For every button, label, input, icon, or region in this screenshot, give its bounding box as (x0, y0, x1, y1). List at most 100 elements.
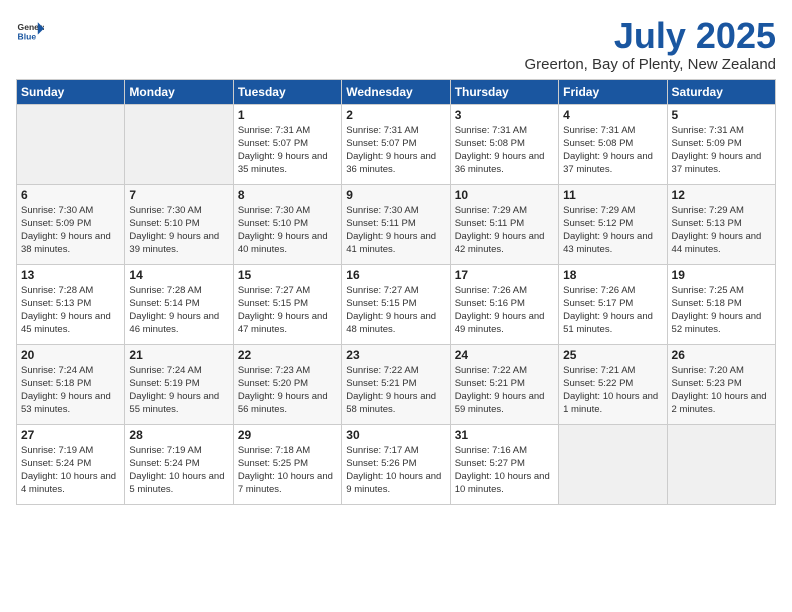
day-info: Sunrise: 7:29 AMSunset: 5:12 PMDaylight:… (563, 204, 662, 257)
day-number: 25 (563, 348, 662, 362)
day-info: Sunrise: 7:20 AMSunset: 5:23 PMDaylight:… (672, 364, 771, 417)
day-info: Sunrise: 7:19 AMSunset: 5:24 PMDaylight:… (129, 444, 228, 497)
calendar-cell (125, 104, 233, 184)
weekday-tuesday: Tuesday (233, 79, 341, 104)
day-number: 17 (455, 268, 554, 282)
calendar-cell: 3Sunrise: 7:31 AMSunset: 5:08 PMDaylight… (450, 104, 558, 184)
day-info: Sunrise: 7:22 AMSunset: 5:21 PMDaylight:… (346, 364, 445, 417)
day-number: 6 (21, 188, 120, 202)
month-title: July 2025 (524, 16, 776, 56)
week-row-4: 20 Sunrise: 7:24 AMSunset: 5:18 PMDayligh… (17, 344, 776, 424)
week-row-3: 13Sunrise: 7:28 AMSunset: 5:13 PMDayligh… (17, 264, 776, 344)
day-number: 19 (672, 268, 771, 282)
day-info: Sunrise: 7:30 AMSunset: 5:10 PMDaylight:… (129, 204, 228, 257)
day-number: 24 (455, 348, 554, 362)
day-info: Sunrise: 7:28 AMSunset: 5:14 PMDaylight:… (129, 284, 228, 337)
calendar-cell: 8Sunrise: 7:30 AMSunset: 5:10 PMDaylight… (233, 184, 341, 264)
week-row-1: 1 Sunrise: 7:31 AMSunset: 5:07 PMDaylight… (17, 104, 776, 184)
day-number: 10 (455, 188, 554, 202)
day-number: 2 (346, 108, 445, 122)
calendar-cell: 14 Sunrise: 7:28 AMSunset: 5:14 PMDayligh… (125, 264, 233, 344)
weekday-thursday: Thursday (450, 79, 558, 104)
calendar-cell: 21 Sunrise: 7:24 AMSunset: 5:19 PMDayligh… (125, 344, 233, 424)
weekday-sunday: Sunday (17, 79, 125, 104)
day-info: Sunrise: 7:23 AMSunset: 5:20 PMDaylight:… (238, 364, 337, 417)
day-number: 28 (129, 428, 228, 442)
calendar-cell: 31 Sunrise: 7:16 AMSunset: 5:27 PMDayligh… (450, 424, 558, 504)
calendar-cell: 2 Sunrise: 7:31 AMSunset: 5:07 PMDaylight… (342, 104, 450, 184)
day-number: 12 (672, 188, 771, 202)
day-number: 20 (21, 348, 120, 362)
calendar-cell: 13Sunrise: 7:28 AMSunset: 5:13 PMDayligh… (17, 264, 125, 344)
calendar-cell: 12 Sunrise: 7:29 AMSunset: 5:13 PMDayligh… (667, 184, 775, 264)
day-info: Sunrise: 7:29 AMSunset: 5:11 PMDaylight:… (455, 204, 554, 257)
day-info: Sunrise: 7:24 AMSunset: 5:19 PMDaylight:… (129, 364, 228, 417)
calendar-cell (559, 424, 667, 504)
day-number: 29 (238, 428, 337, 442)
week-row-2: 6 Sunrise: 7:30 AMSunset: 5:09 PMDaylight… (17, 184, 776, 264)
calendar-cell: 15Sunrise: 7:27 AMSunset: 5:15 PMDayligh… (233, 264, 341, 344)
day-info: Sunrise: 7:24 AMSunset: 5:18 PMDaylight:… (21, 364, 120, 417)
day-info: Sunrise: 7:18 AMSunset: 5:25 PMDaylight:… (238, 444, 337, 497)
day-number: 1 (238, 108, 337, 122)
day-info: Sunrise: 7:17 AMSunset: 5:26 PMDaylight:… (346, 444, 445, 497)
svg-text:Blue: Blue (18, 31, 37, 41)
calendar-cell: 17 Sunrise: 7:26 AMSunset: 5:16 PMDayligh… (450, 264, 558, 344)
page-header: General Blue July 2025 Greerton, Bay of … (16, 16, 776, 73)
day-info: Sunrise: 7:27 AMSunset: 5:15 PMDaylight:… (238, 284, 337, 337)
weekday-monday: Monday (125, 79, 233, 104)
calendar-cell: 22 Sunrise: 7:23 AMSunset: 5:20 PMDayligh… (233, 344, 341, 424)
logo: General Blue (16, 16, 44, 44)
day-info: Sunrise: 7:30 AMSunset: 5:11 PMDaylight:… (346, 204, 445, 257)
logo-icon: General Blue (16, 16, 44, 44)
day-info: Sunrise: 7:27 AMSunset: 5:15 PMDaylight:… (346, 284, 445, 337)
day-info: Sunrise: 7:31 AMSunset: 5:07 PMDaylight:… (238, 124, 337, 177)
calendar-cell: 28 Sunrise: 7:19 AMSunset: 5:24 PMDayligh… (125, 424, 233, 504)
weekday-saturday: Saturday (667, 79, 775, 104)
day-number: 13 (21, 268, 120, 282)
calendar-cell: 10 Sunrise: 7:29 AMSunset: 5:11 PMDayligh… (450, 184, 558, 264)
calendar-cell: 9 Sunrise: 7:30 AMSunset: 5:11 PMDaylight… (342, 184, 450, 264)
day-info: Sunrise: 7:19 AMSunset: 5:24 PMDaylight:… (21, 444, 120, 497)
day-info: Sunrise: 7:25 AMSunset: 5:18 PMDaylight:… (672, 284, 771, 337)
day-number: 7 (129, 188, 228, 202)
day-number: 14 (129, 268, 228, 282)
calendar-cell: 20 Sunrise: 7:24 AMSunset: 5:18 PMDayligh… (17, 344, 125, 424)
calendar-cell: 24 Sunrise: 7:22 AMSunset: 5:21 PMDayligh… (450, 344, 558, 424)
weekday-friday: Friday (559, 79, 667, 104)
calendar-table: SundayMondayTuesdayWednesdayThursdayFrid… (16, 79, 776, 505)
weekday-header-row: SundayMondayTuesdayWednesdayThursdayFrid… (17, 79, 776, 104)
calendar-cell: 7 Sunrise: 7:30 AMSunset: 5:10 PMDaylight… (125, 184, 233, 264)
calendar-cell: 6 Sunrise: 7:30 AMSunset: 5:09 PMDaylight… (17, 184, 125, 264)
day-info: Sunrise: 7:31 AMSunset: 5:09 PMDaylight:… (672, 124, 771, 177)
day-number: 9 (346, 188, 445, 202)
day-number: 5 (672, 108, 771, 122)
day-info: Sunrise: 7:26 AMSunset: 5:16 PMDaylight:… (455, 284, 554, 337)
calendar-cell: 11 Sunrise: 7:29 AMSunset: 5:12 PMDayligh… (559, 184, 667, 264)
day-info: Sunrise: 7:31 AMSunset: 5:07 PMDaylight:… (346, 124, 445, 177)
day-number: 11 (563, 188, 662, 202)
day-info: Sunrise: 7:16 AMSunset: 5:27 PMDaylight:… (455, 444, 554, 497)
location: Greerton, Bay of Plenty, New Zealand (524, 56, 776, 73)
calendar-cell: 16 Sunrise: 7:27 AMSunset: 5:15 PMDayligh… (342, 264, 450, 344)
day-number: 4 (563, 108, 662, 122)
day-info: Sunrise: 7:30 AMSunset: 5:09 PMDaylight:… (21, 204, 120, 257)
day-number: 31 (455, 428, 554, 442)
calendar-cell: 4 Sunrise: 7:31 AMSunset: 5:08 PMDaylight… (559, 104, 667, 184)
day-number: 26 (672, 348, 771, 362)
day-number: 16 (346, 268, 445, 282)
calendar-cell: 25 Sunrise: 7:21 AMSunset: 5:22 PMDayligh… (559, 344, 667, 424)
week-row-5: 27Sunrise: 7:19 AMSunset: 5:24 PMDayligh… (17, 424, 776, 504)
day-number: 21 (129, 348, 228, 362)
day-info: Sunrise: 7:29 AMSunset: 5:13 PMDaylight:… (672, 204, 771, 257)
day-number: 18 (563, 268, 662, 282)
day-info: Sunrise: 7:22 AMSunset: 5:21 PMDaylight:… (455, 364, 554, 417)
day-number: 22 (238, 348, 337, 362)
calendar-cell: 23Sunrise: 7:22 AMSunset: 5:21 PMDayligh… (342, 344, 450, 424)
day-info: Sunrise: 7:21 AMSunset: 5:22 PMDaylight:… (563, 364, 662, 417)
calendar-cell: 19 Sunrise: 7:25 AMSunset: 5:18 PMDayligh… (667, 264, 775, 344)
day-info: Sunrise: 7:31 AMSunset: 5:08 PMDaylight:… (563, 124, 662, 177)
calendar-cell (667, 424, 775, 504)
day-number: 30 (346, 428, 445, 442)
day-number: 3 (455, 108, 554, 122)
